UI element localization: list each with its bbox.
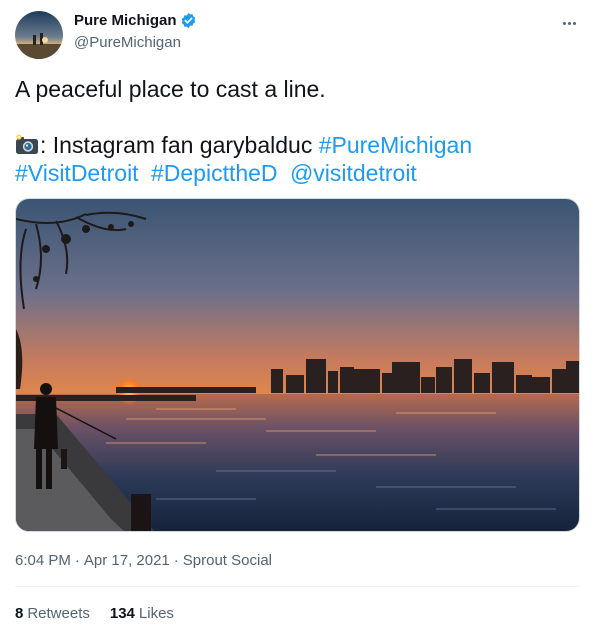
- tweet-source[interactable]: Sprout Social: [183, 552, 272, 569]
- hashtag-link[interactable]: #DepicttheD: [151, 160, 278, 186]
- tweet-text-line: A peaceful place to cast a line.: [15, 76, 326, 102]
- retweets-label: Retweets: [27, 605, 90, 622]
- separator: ·: [173, 552, 179, 569]
- tweet-time[interactable]: 6:04 PM: [15, 552, 71, 569]
- retweets-count: 8: [15, 605, 24, 622]
- hashtags-line: #VisitDetroit #DepicttheD @visitdetroit: [15, 159, 417, 187]
- display-name[interactable]: Pure Michigan: [74, 12, 177, 29]
- separator: ·: [74, 552, 80, 569]
- more-options-button[interactable]: [556, 10, 582, 36]
- tweet-metadata: 6:04 PM · Apr 17, 2021 · Sprout Social: [15, 552, 272, 569]
- tweet-card: Pure Michigan @PureMichigan A peaceful p…: [0, 0, 595, 637]
- camera-flash-icon: [15, 134, 39, 156]
- avatar[interactable]: [15, 11, 63, 59]
- author-name-row: Pure Michigan: [74, 12, 197, 29]
- tweet-date[interactable]: Apr 17, 2021: [84, 552, 170, 569]
- likes-label: Likes: [138, 605, 174, 622]
- tweet-photo[interactable]: [15, 198, 580, 532]
- likes-stat[interactable]: 134 Likes: [110, 605, 174, 622]
- photo-credit-text: : Instagram fan garybalduc: [40, 132, 319, 158]
- photo-credit-line: : Instagram fan garybalduc #PureMichigan: [15, 131, 472, 159]
- more-options-icon: [562, 21, 566, 25]
- engagement-stats: 8 Retweets 134 Likes: [15, 605, 194, 622]
- likes-count: 134: [109, 605, 135, 622]
- divider: [15, 586, 580, 587]
- hashtag-link[interactable]: #PureMichigan: [319, 131, 472, 159]
- account-handle[interactable]: @PureMichigan: [74, 34, 181, 51]
- hashtag-link[interactable]: #VisitDetroit: [15, 160, 139, 186]
- mention-link[interactable]: @visitdetroit: [290, 160, 417, 186]
- retweets-stat[interactable]: 8 Retweets: [15, 605, 90, 622]
- verified-badge-icon: [180, 12, 197, 29]
